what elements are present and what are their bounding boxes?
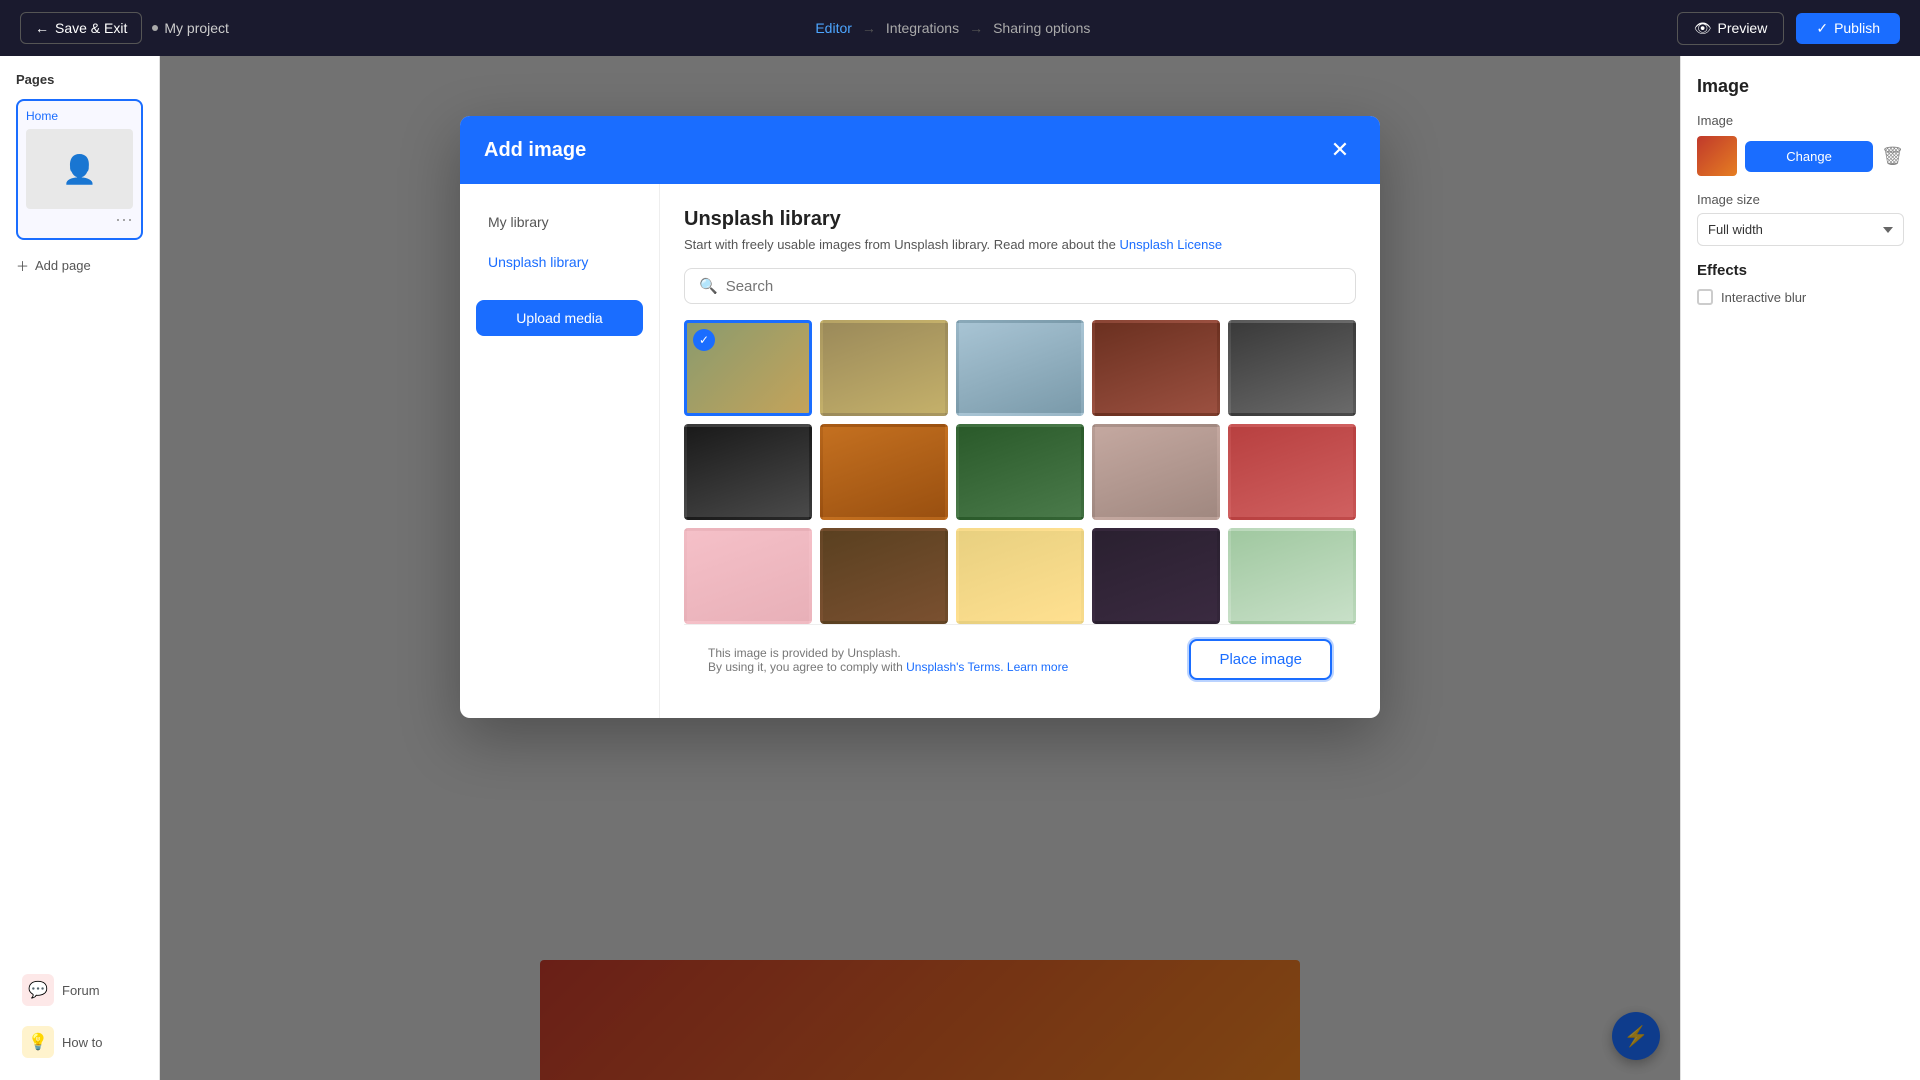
grid-image-13[interactable]: [956, 528, 1084, 624]
project-name: My project: [152, 20, 229, 36]
left-sidebar: Pages Home 👤 ··· ＋ Add page 💬 Forum 💡 Ho…: [0, 56, 160, 1080]
unsaved-dot: [152, 25, 158, 31]
grid-image-8[interactable]: [956, 424, 1084, 520]
center-canvas: Now click or tap on places that are diff…: [160, 56, 1680, 1080]
nav-right: 👁 Preview ✓ Publish: [1677, 12, 1900, 45]
modal-nav: My library Unsplash library Upload media: [460, 184, 660, 718]
breadcrumb: Editor → Integrations → Sharing options: [815, 20, 1090, 36]
grid-image-1[interactable]: ✓: [684, 320, 812, 416]
page-home-label: Home: [26, 109, 133, 123]
grid-image-10[interactable]: [1228, 424, 1356, 520]
check-icon: ✓: [1816, 20, 1828, 37]
unsplash-title: Unsplash library: [684, 208, 1356, 231]
place-image-button[interactable]: Place image: [1189, 639, 1332, 680]
change-image-button[interactable]: Change: [1745, 141, 1873, 172]
grid-image-12[interactable]: [820, 528, 948, 624]
howto-icon: 💡: [22, 1026, 54, 1058]
delete-image-button[interactable]: 🗑: [1881, 146, 1904, 167]
blur-checkbox[interactable]: [1697, 289, 1713, 305]
size-label: Image size: [1697, 192, 1904, 207]
right-panel: Image Image Change 🗑 Image size Full wid…: [1680, 56, 1920, 1080]
search-input[interactable]: [726, 278, 1341, 295]
plus-icon: ＋: [16, 256, 29, 275]
eye-icon: 👁: [1694, 20, 1712, 37]
user-icon: 👤: [62, 153, 97, 186]
breadcrumb-integrations[interactable]: Integrations: [886, 20, 959, 36]
blur-label: Interactive blur: [1721, 290, 1806, 305]
modal-unsplash-content: Unsplash library Start with freely usabl…: [660, 184, 1380, 718]
modal-body: My library Unsplash library Upload media…: [460, 184, 1380, 718]
grid-image-2[interactable]: [820, 320, 948, 416]
image-thumbnail-small: [1697, 136, 1737, 176]
panel-title: Image: [1697, 76, 1904, 97]
grid-image-4[interactable]: [1092, 320, 1220, 416]
sidebar-item-forum[interactable]: 💬 Forum: [16, 968, 143, 1012]
page-card-home[interactable]: Home 👤 ···: [16, 99, 143, 240]
grid-image-3[interactable]: [956, 320, 1084, 416]
breadcrumb-sharing[interactable]: Sharing options: [993, 20, 1090, 36]
save-exit-button[interactable]: ← Save & Exit: [20, 12, 142, 44]
upload-media-button[interactable]: Upload media: [476, 300, 643, 336]
arrow-left-icon: ←: [35, 20, 49, 36]
breadcrumb-sep1: →: [862, 20, 876, 36]
grid-image-15[interactable]: [1228, 528, 1356, 624]
modal-title: Add image: [484, 139, 586, 162]
search-box: 🔍: [684, 268, 1356, 304]
footer-text: This image is provided by Unsplash. By u…: [708, 646, 1068, 674]
modal-footer: This image is provided by Unsplash. By u…: [684, 624, 1356, 694]
image-size-select[interactable]: Full width: [1697, 213, 1904, 246]
page-thumbnail: 👤: [26, 129, 133, 209]
forum-icon: 💬: [22, 974, 54, 1006]
grid-image-5[interactable]: [1228, 320, 1356, 416]
grid-image-6[interactable]: [684, 424, 812, 520]
modal-close-button[interactable]: ✕: [1324, 134, 1356, 166]
blur-effect-row: Interactive blur: [1697, 289, 1904, 305]
nav-left: ← Save & Exit My project: [20, 12, 229, 44]
learn-more-link[interactable]: Learn more: [1007, 660, 1068, 674]
modal-overlay: Add image ✕ My library Unsplash library …: [160, 56, 1680, 1080]
selected-check-badge: ✓: [693, 329, 715, 351]
grid-image-9[interactable]: [1092, 424, 1220, 520]
image-section-label: Image: [1697, 113, 1904, 128]
page-more-button[interactable]: ···: [26, 209, 133, 230]
unsplash-terms-link[interactable]: Unsplash's Terms.: [906, 660, 1003, 674]
modal-header: Add image ✕: [460, 116, 1380, 184]
unsplash-license-link[interactable]: Unsplash License: [1119, 237, 1222, 252]
add-page-button[interactable]: ＋ Add page: [16, 252, 143, 279]
image-grid: ✓: [684, 320, 1356, 624]
nav-unsplash-library[interactable]: Unsplash library: [476, 244, 643, 280]
publish-button[interactable]: ✓ Publish: [1796, 13, 1900, 44]
image-row: Change 🗑: [1697, 136, 1904, 176]
grid-image-11[interactable]: [684, 528, 812, 624]
sidebar-item-howto[interactable]: 💡 How to: [16, 1020, 143, 1064]
grid-image-7[interactable]: [820, 424, 948, 520]
effects-label: Effects: [1697, 262, 1904, 279]
nav-my-library[interactable]: My library: [476, 204, 643, 240]
main-layout: Pages Home 👤 ··· ＋ Add page 💬 Forum 💡 Ho…: [0, 56, 1920, 1080]
breadcrumb-sep2: →: [969, 20, 983, 36]
top-navigation: ← Save & Exit My project Editor → Integr…: [0, 0, 1920, 56]
sidebar-bottom: 💬 Forum 💡 How to: [16, 968, 143, 1064]
pages-title: Pages: [16, 72, 143, 87]
grid-image-14[interactable]: [1092, 528, 1220, 624]
search-icon: 🔍: [699, 277, 718, 295]
unsplash-desc: Start with freely usable images from Uns…: [684, 237, 1356, 252]
add-image-modal: Add image ✕ My library Unsplash library …: [460, 116, 1380, 718]
preview-button[interactable]: 👁 Preview: [1677, 12, 1785, 45]
breadcrumb-editor[interactable]: Editor: [815, 20, 852, 36]
